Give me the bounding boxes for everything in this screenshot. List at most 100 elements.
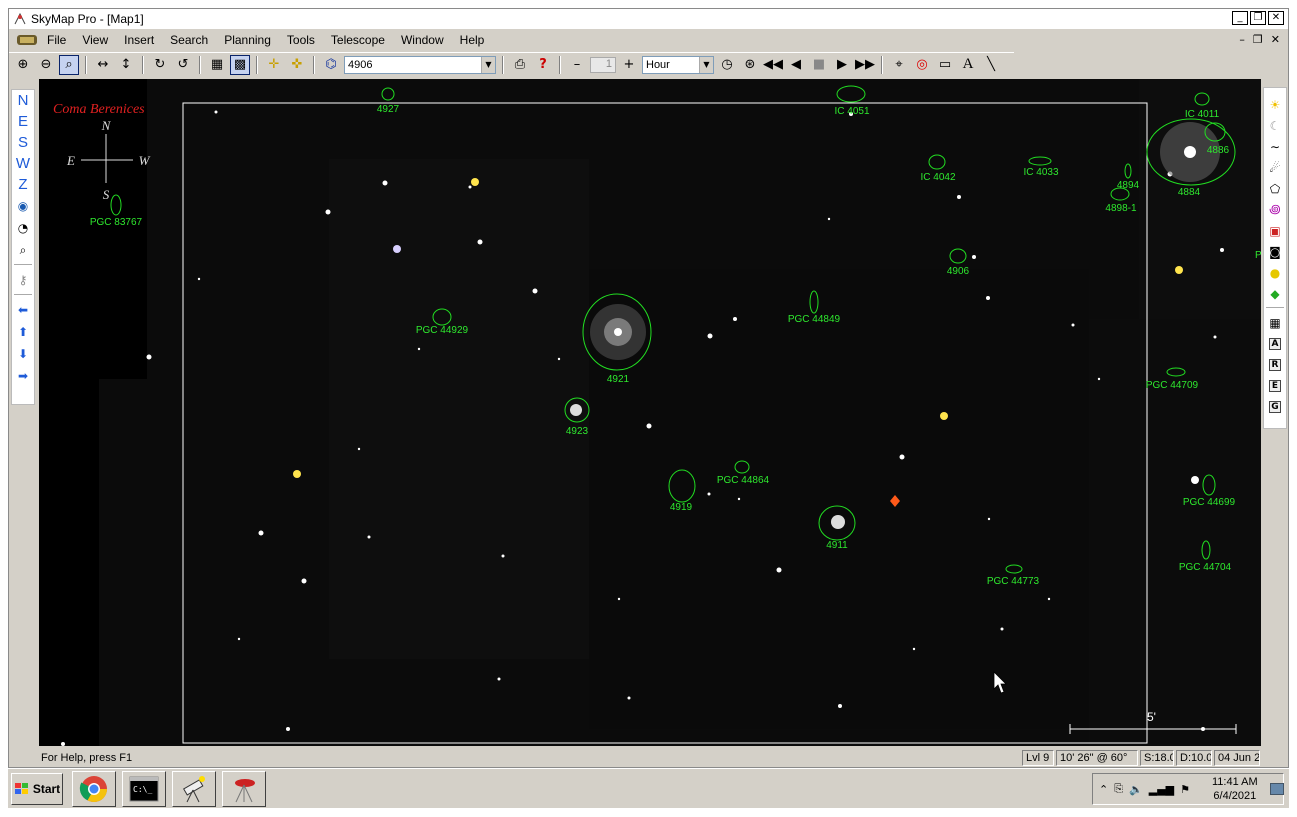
label-g-text: G — [1269, 400, 1281, 413]
restore-button[interactable]: ❐ — [1250, 11, 1266, 25]
menu-tools[interactable]: Tools — [279, 33, 323, 47]
menu-insert[interactable]: Insert — [116, 33, 162, 47]
title-bar[interactable]: SkyMap Pro - [Map1] _ ❐ ✕ — [9, 9, 1288, 29]
orient-zenith-button[interactable]: Z — [18, 174, 27, 195]
taskbar-telescope-app[interactable] — [172, 771, 216, 807]
camera-icon[interactable]: ◙ — [1266, 242, 1284, 261]
grid-icon[interactable]: ▦ — [207, 55, 227, 75]
zoom-in-icon[interactable]: ⊕ — [13, 55, 33, 75]
label-g-button[interactable]: G — [1266, 397, 1284, 416]
step-unit-value: Hour — [646, 58, 670, 71]
mdi-restore-button[interactable]: ❐ — [1253, 33, 1263, 46]
arrow-down-icon[interactable]: ⬇ — [14, 345, 32, 363]
object-label: 4919 — [670, 502, 693, 513]
image-overlay-icon[interactable]: ▩ — [230, 54, 250, 75]
arrow-left-icon[interactable]: ⬅ — [14, 301, 32, 319]
object-label: PGC 44773 — [987, 576, 1040, 587]
milky-way-icon[interactable]: ∼ — [1266, 137, 1284, 156]
key-icon[interactable]: ⚷ — [14, 271, 32, 289]
flip-horizontal-icon[interactable]: ↔ — [93, 55, 113, 75]
label-e-button[interactable]: E — [1266, 376, 1284, 395]
clock[interactable]: 11:41 AM 6/4/2021 — [1212, 775, 1258, 803]
sun-icon[interactable]: ☀ — [1266, 95, 1284, 114]
close-button[interactable]: ✕ — [1268, 11, 1284, 25]
taskbar-skymap[interactable] — [222, 771, 266, 807]
zoom-out-icon[interactable]: ⊖ — [36, 55, 56, 75]
step-minus-button[interactable]: – — [567, 55, 587, 75]
taskbar-terminal[interactable]: C:\_ — [122, 771, 166, 807]
taskbar-chrome[interactable] — [72, 771, 116, 807]
moon-icon[interactable]: ☾ — [1266, 116, 1284, 135]
print-icon[interactable]: ⎙ — [510, 55, 530, 75]
step-back-icon[interactable]: ◀ — [786, 55, 806, 75]
find-object-combo[interactable]: 4906 ▼ — [344, 55, 496, 74]
comet-icon[interactable]: ☄ — [1266, 158, 1284, 177]
menu-planning[interactable]: Planning — [216, 33, 279, 47]
menu-help[interactable]: Help — [452, 33, 493, 47]
clock-date: 6/4/2021 — [1213, 790, 1257, 802]
chevron-down-icon[interactable]: ▼ — [699, 56, 713, 73]
chevron-down-icon[interactable]: ▼ — [481, 56, 495, 73]
compass-icon[interactable]: ◔ — [14, 219, 32, 237]
animate-icon[interactable]: ⊛ — [740, 55, 760, 75]
label-a-button[interactable]: A — [1266, 334, 1284, 353]
zoom-box-icon[interactable]: ⌕ — [59, 54, 79, 75]
rectangle-icon[interactable]: ▭ — [935, 55, 955, 75]
globe-icon[interactable]: ◉ — [14, 197, 32, 215]
start-button[interactable]: Start — [11, 773, 63, 805]
menu-search[interactable]: Search — [162, 33, 216, 47]
telescope-icon[interactable]: ⌖ — [889, 55, 909, 75]
mdi-close-button[interactable]: ✕ — [1271, 33, 1280, 46]
stop-icon[interactable]: ■ — [809, 55, 829, 75]
whats-this-icon[interactable]: ? — [533, 55, 553, 75]
step-unit-combo[interactable]: Hour ▼ — [642, 55, 714, 74]
lightbulb-icon[interactable]: ● — [1266, 263, 1284, 282]
action-center-flag-icon[interactable]: ⚑ — [1180, 783, 1190, 796]
mdi-minimize-button[interactable]: – — [1239, 33, 1245, 46]
bullseye-icon[interactable]: ◎ — [912, 55, 932, 75]
show-desktop-icon[interactable] — [1270, 783, 1284, 795]
target-icon[interactable]: ✜ — [287, 55, 307, 75]
orient-north-button[interactable]: N — [18, 90, 29, 111]
menu-telescope[interactable]: Telescope — [323, 33, 393, 47]
toolbar-separator — [199, 55, 201, 74]
step-value-field[interactable]: 1 — [590, 56, 616, 73]
sky-map-svg: 4927 IC 4051 IC 4011 4886 IC 4042 IC 403… — [39, 79, 1261, 746]
binoculars-icon[interactable]: ⌬ — [321, 55, 341, 75]
arrow-right-icon[interactable]: ➡ — [14, 367, 32, 385]
step-plus-button[interactable]: + — [619, 55, 639, 75]
volume-icon[interactable]: 🔈 — [1129, 783, 1143, 796]
menu-file[interactable]: File — [39, 33, 74, 47]
orient-east-button[interactable]: E — [18, 111, 28, 132]
clock-icon[interactable]: ◷ — [717, 55, 737, 75]
status-date: 04 Jun 2 — [1214, 750, 1260, 766]
center-object-icon[interactable]: ✛ — [264, 55, 284, 75]
minimize-button[interactable]: _ — [1232, 11, 1248, 25]
line-tool-icon[interactable]: ╲ — [981, 55, 1001, 75]
asteroid-icon[interactable]: ⬠ — [1266, 179, 1284, 198]
rotate-cw-icon[interactable]: ↻ — [150, 55, 170, 75]
flip-vertical-icon[interactable]: ↕ — [116, 55, 136, 75]
usb-device-icon[interactable]: ⎘ — [1114, 782, 1123, 796]
network-icon[interactable]: ▂▄▆ — [1149, 783, 1174, 796]
window-title: SkyMap Pro - [Map1] — [31, 12, 144, 26]
step-forward-icon[interactable]: ▶ — [832, 55, 852, 75]
label-r-button[interactable]: R — [1266, 355, 1284, 374]
menu-view[interactable]: View — [74, 33, 116, 47]
rotate-ccw-icon[interactable]: ↺ — [173, 55, 193, 75]
arrow-up-icon[interactable]: ⬆ — [14, 323, 32, 341]
sky-map-canvas[interactable]: 4927 IC 4051 IC 4011 4886 IC 4042 IC 403… — [39, 79, 1261, 746]
show-hidden-icons-icon[interactable]: ⌃ — [1099, 783, 1108, 796]
rewind-icon[interactable]: ◀◀ — [763, 55, 783, 75]
orient-west-button[interactable]: W — [16, 153, 30, 174]
galaxy-icon[interactable]: ꩜ — [1266, 200, 1284, 219]
orient-south-button[interactable]: S — [18, 132, 28, 153]
menu-window[interactable]: Window — [393, 33, 452, 47]
toolbox-icon[interactable]: ▣ — [1266, 221, 1284, 240]
text-tool-icon[interactable]: A — [958, 55, 978, 75]
fast-forward-icon[interactable]: ▶▶ — [855, 55, 875, 75]
grid-table-icon[interactable]: ▦ — [1266, 313, 1284, 332]
color-shapes-icon[interactable]: ◆ — [1266, 284, 1284, 303]
magnifier-icon[interactable]: ⌕ — [14, 241, 32, 259]
menu-app-icon[interactable] — [15, 32, 39, 48]
